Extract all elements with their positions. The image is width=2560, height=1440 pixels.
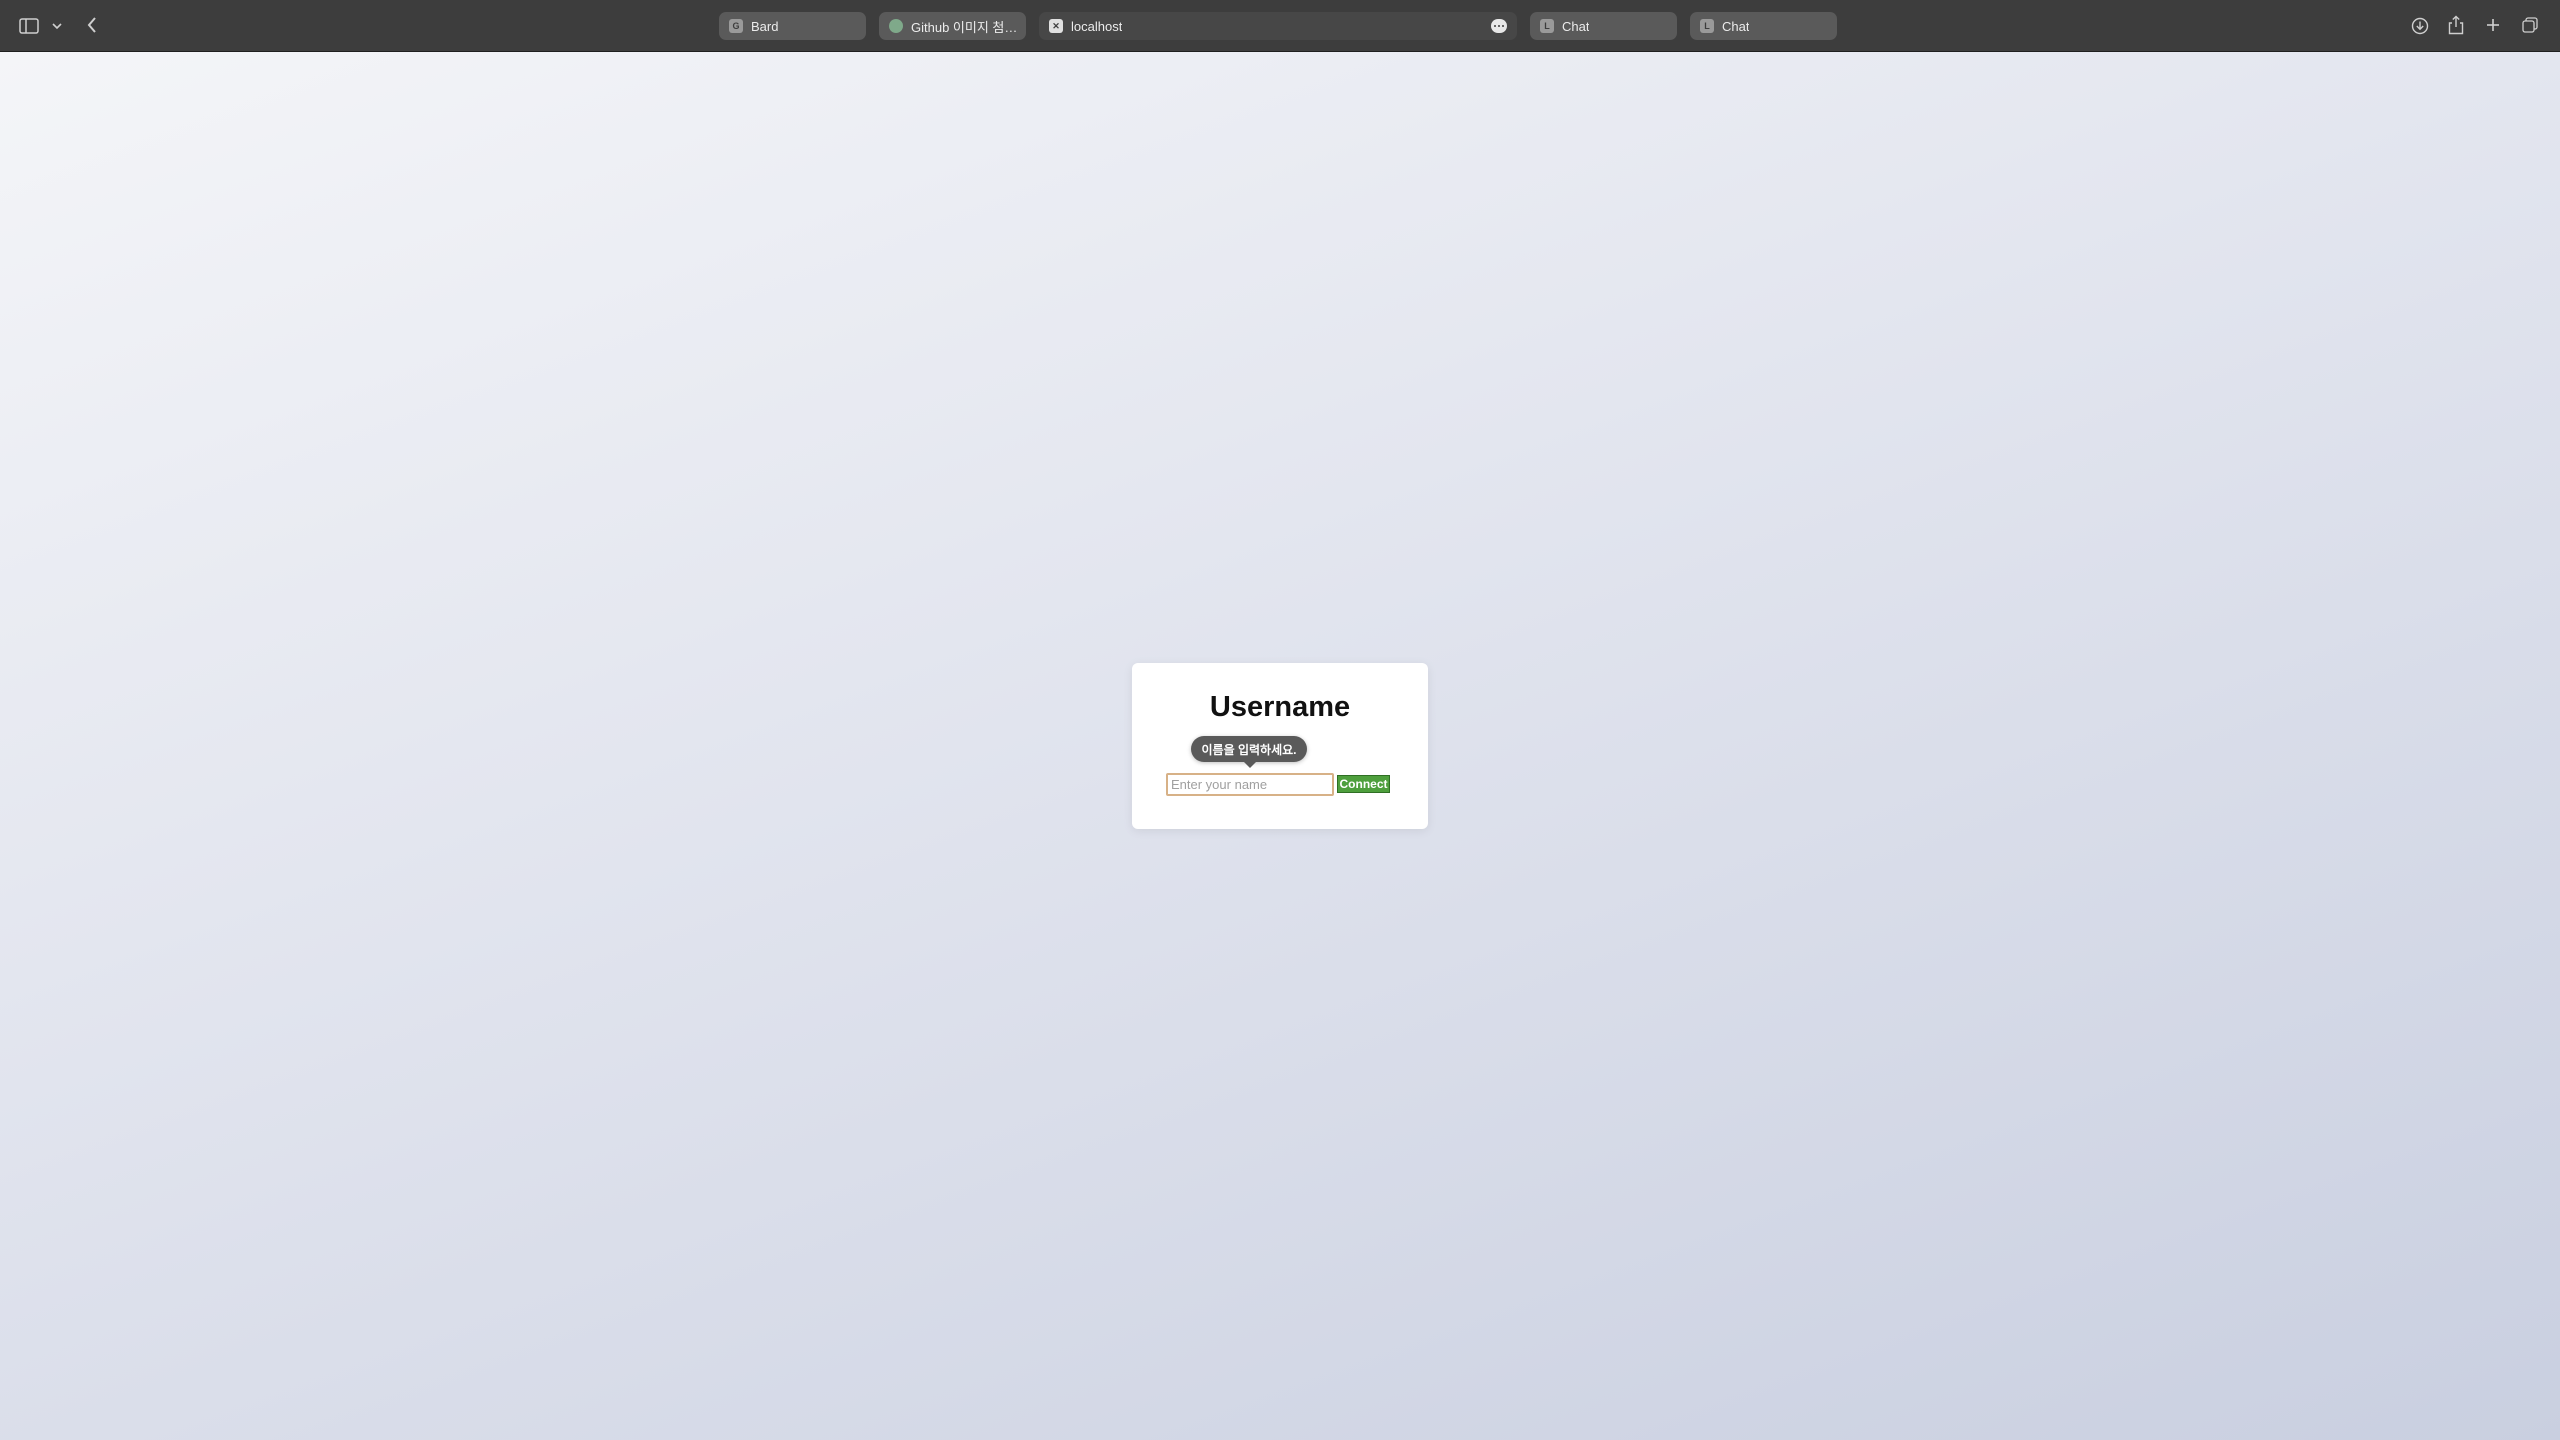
tab-label: Github 이미지 첨부... xyxy=(911,19,1026,35)
share-button[interactable] xyxy=(2446,13,2466,37)
page-content: Username Connect 이름을 입력하세요. xyxy=(0,52,2560,1440)
back-button[interactable] xyxy=(82,14,102,36)
chat-favicon-icon: L xyxy=(1700,19,1714,33)
tab-label: Bard xyxy=(751,18,779,34)
plus-icon xyxy=(2487,19,2499,31)
username-input[interactable] xyxy=(1166,773,1334,796)
sidebar-toggle-icon xyxy=(19,18,39,34)
validation-tooltip: 이름을 입력하세요. xyxy=(1191,736,1307,768)
chevron-down-icon xyxy=(52,23,62,30)
download-icon xyxy=(2411,17,2429,35)
localhost-favicon-icon: ✕ xyxy=(1049,19,1063,33)
ellipsis-icon[interactable] xyxy=(1491,19,1507,33)
tab-localhost[interactable]: ✕ localhost xyxy=(1039,12,1517,40)
sidebar-toggle-button[interactable] xyxy=(18,16,40,36)
tooltip-arrow xyxy=(1243,761,1257,768)
tab-label: Chat xyxy=(1722,18,1750,34)
bard-favicon-icon: G xyxy=(729,19,743,33)
validation-tooltip-text: 이름을 입력하세요. xyxy=(1201,742,1297,757)
chevron-left-icon xyxy=(87,17,96,33)
tab-label: Chat xyxy=(1562,18,1590,34)
login-card: Username Connect 이름을 입력하세요. xyxy=(1132,663,1428,829)
sidebar-menu-button[interactable] xyxy=(50,18,64,34)
github-favicon-icon xyxy=(889,19,903,33)
tab-github[interactable]: Github 이미지 첨부... xyxy=(879,12,1026,40)
browser-toolbar: G Bard Github 이미지 첨부... ✕ localhost L Ch… xyxy=(0,0,2560,52)
downloads-button[interactable] xyxy=(2409,15,2431,37)
tab-label: localhost xyxy=(1071,18,1123,34)
chat-favicon-icon: L xyxy=(1540,19,1554,33)
tab-bard[interactable]: G Bard xyxy=(719,12,866,40)
tab-overview-icon xyxy=(2522,17,2538,33)
tab-overview-button[interactable] xyxy=(2520,15,2540,35)
page-title: Username xyxy=(1209,691,1351,723)
new-tab-button[interactable] xyxy=(2483,15,2503,35)
tab-chat-2[interactable]: L Chat xyxy=(1690,12,1837,40)
tab-chat-1[interactable]: L Chat xyxy=(1530,12,1677,40)
connect-button[interactable]: Connect xyxy=(1337,775,1390,793)
share-icon xyxy=(2448,15,2464,35)
